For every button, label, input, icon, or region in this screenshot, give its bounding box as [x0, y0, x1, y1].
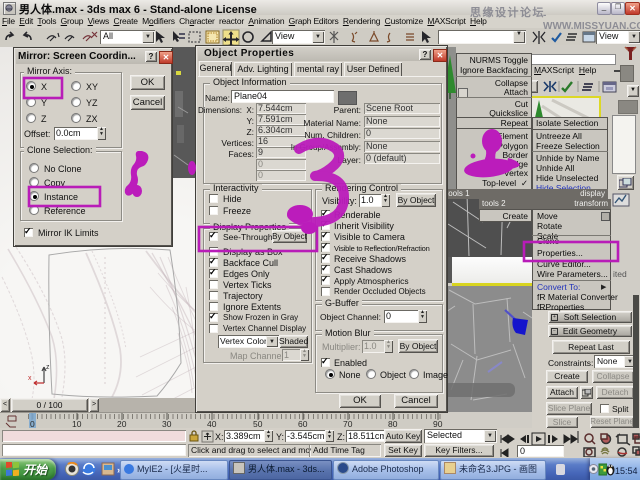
svg-text:z: z: [46, 364, 50, 371]
svg-text:x: x: [28, 375, 32, 382]
